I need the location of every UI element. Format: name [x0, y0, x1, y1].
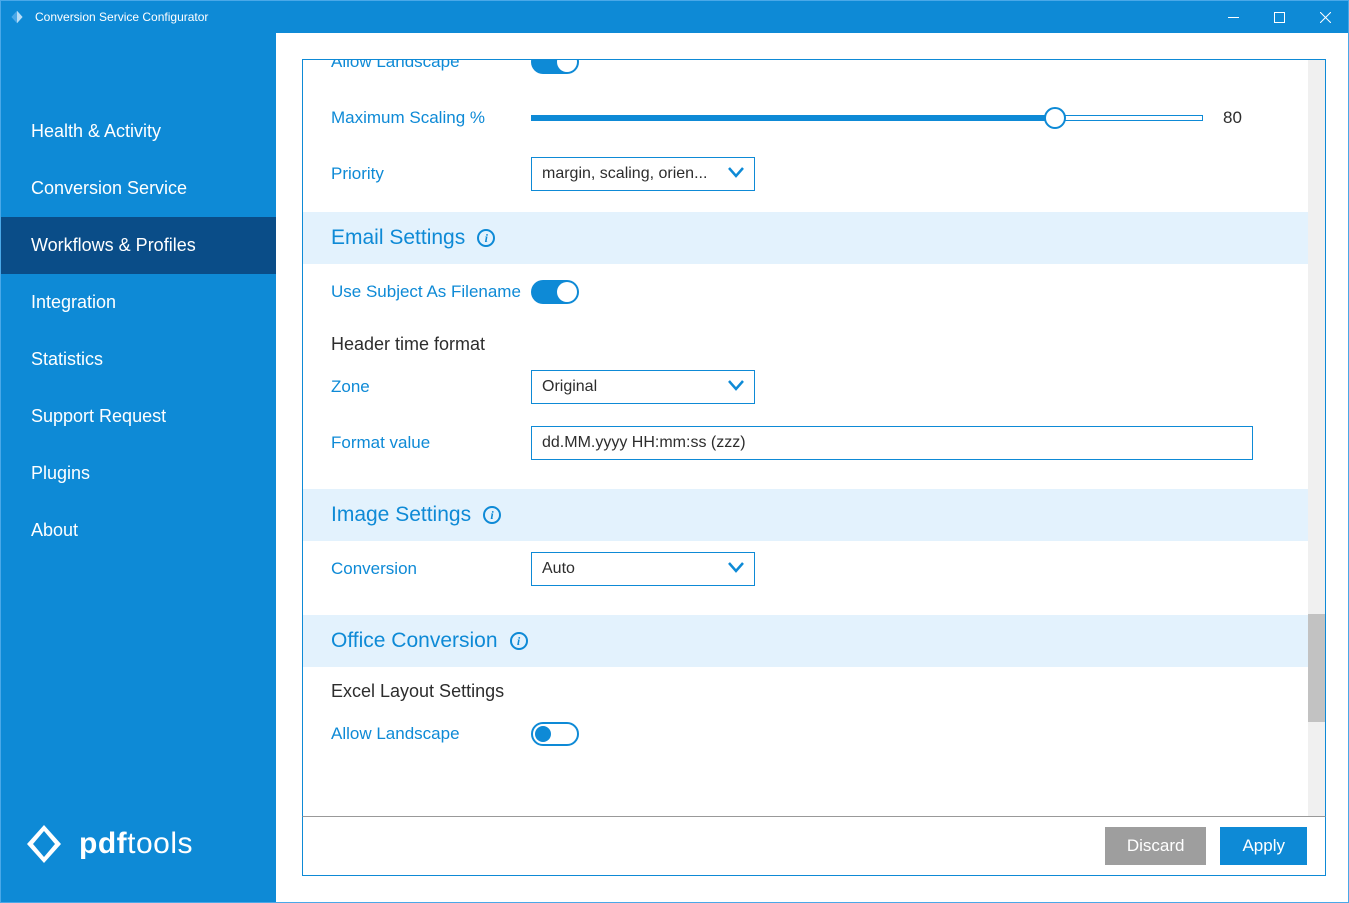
brand-icon [21, 821, 67, 867]
use-subject-label: Use Subject As Filename [331, 282, 531, 302]
info-icon[interactable]: i [477, 229, 495, 247]
office-conversion-header: Office Conversion i [303, 615, 1308, 667]
email-settings-title: Email Settings [331, 226, 465, 250]
row-max-scaling: Maximum Scaling % 80 [303, 90, 1308, 146]
allow-landscape-toggle[interactable] [531, 722, 579, 746]
excel-layout-heading: Excel Layout Settings [303, 667, 1308, 706]
chevron-down-icon [728, 378, 744, 396]
nav-workflows-profiles[interactable]: Workflows & Profiles [1, 217, 276, 274]
info-icon[interactable]: i [483, 506, 501, 524]
vertical-scrollbar[interactable] [1308, 60, 1325, 816]
row-format-value: Format value dd.MM.yyyy HH:mm:ss (zzz) [303, 415, 1308, 471]
zone-value: Original [542, 378, 597, 396]
max-scaling-label: Maximum Scaling % [331, 108, 531, 128]
app-icon [1, 10, 33, 24]
allow-landscape-top-label: Allow Landscape [331, 60, 531, 72]
office-conversion-title: Office Conversion [331, 629, 498, 653]
row-priority: Priority margin, scaling, orien... [303, 146, 1308, 202]
titlebar: Conversion Service Configurator [1, 1, 1348, 33]
app-body: Health & Activity Conversion Service Wor… [1, 33, 1348, 902]
nav-statistics[interactable]: Statistics [1, 331, 276, 388]
scrollbar-thumb[interactable] [1308, 614, 1325, 722]
app-window: Conversion Service Configurator Health &… [0, 0, 1349, 903]
discard-button[interactable]: Discard [1105, 827, 1207, 865]
priority-label: Priority [331, 164, 531, 184]
nav-integration[interactable]: Integration [1, 274, 276, 331]
conversion-value: Auto [542, 560, 575, 578]
row-conversion: Conversion Auto [303, 541, 1308, 597]
footer-actions: Discard Apply [302, 816, 1326, 876]
row-allow-landscape-top: Allow Landscape [303, 60, 1308, 90]
apply-button[interactable]: Apply [1220, 827, 1307, 865]
nav-plugins[interactable]: Plugins [1, 445, 276, 502]
maximize-button[interactable] [1256, 1, 1302, 33]
max-scaling-slider[interactable]: 80 [531, 108, 1253, 128]
priority-value: margin, scaling, orien... [542, 165, 707, 183]
email-settings-header: Email Settings i [303, 212, 1308, 264]
header-time-format-heading: Header time format [303, 320, 1308, 359]
allow-landscape-label: Allow Landscape [331, 724, 531, 744]
brand: pdftools [1, 796, 276, 902]
conversion-label: Conversion [331, 559, 531, 579]
allow-landscape-top-toggle[interactable] [531, 60, 579, 74]
close-button[interactable] [1302, 1, 1348, 33]
nav: Health & Activity Conversion Service Wor… [1, 33, 276, 796]
max-scaling-value: 80 [1223, 108, 1253, 128]
nav-support-request[interactable]: Support Request [1, 388, 276, 445]
chevron-down-icon [728, 560, 744, 578]
nav-about[interactable]: About [1, 502, 276, 559]
zone-select[interactable]: Original [531, 370, 755, 404]
priority-select[interactable]: margin, scaling, orien... [531, 157, 755, 191]
brand-text: pdftools [79, 827, 193, 861]
nav-conversion-service[interactable]: Conversion Service [1, 160, 276, 217]
chevron-down-icon [728, 165, 744, 183]
scroll-container: Allow Landscape Maximum Scaling % 80 [302, 59, 1326, 817]
scroll-inner: Allow Landscape Maximum Scaling % 80 [303, 60, 1308, 816]
use-subject-toggle[interactable] [531, 280, 579, 304]
nav-health-activity[interactable]: Health & Activity [1, 103, 276, 160]
row-use-subject: Use Subject As Filename [303, 264, 1308, 320]
format-value-input[interactable]: dd.MM.yyyy HH:mm:ss (zzz) [531, 426, 1253, 460]
zone-label: Zone [331, 377, 531, 397]
window-title: Conversion Service Configurator [33, 10, 1210, 24]
image-settings-header: Image Settings i [303, 489, 1308, 541]
sidebar: Health & Activity Conversion Service Wor… [1, 33, 276, 902]
row-allow-landscape: Allow Landscape [303, 706, 1308, 762]
minimize-button[interactable] [1210, 1, 1256, 33]
conversion-select[interactable]: Auto [531, 552, 755, 586]
row-zone: Zone Original [303, 359, 1308, 415]
info-icon[interactable]: i [510, 632, 528, 650]
format-value-label: Format value [331, 433, 531, 453]
main-panel: Allow Landscape Maximum Scaling % 80 [276, 33, 1348, 902]
form-content: Allow Landscape Maximum Scaling % 80 [303, 60, 1308, 762]
image-settings-title: Image Settings [331, 503, 471, 527]
window-controls [1210, 1, 1348, 33]
